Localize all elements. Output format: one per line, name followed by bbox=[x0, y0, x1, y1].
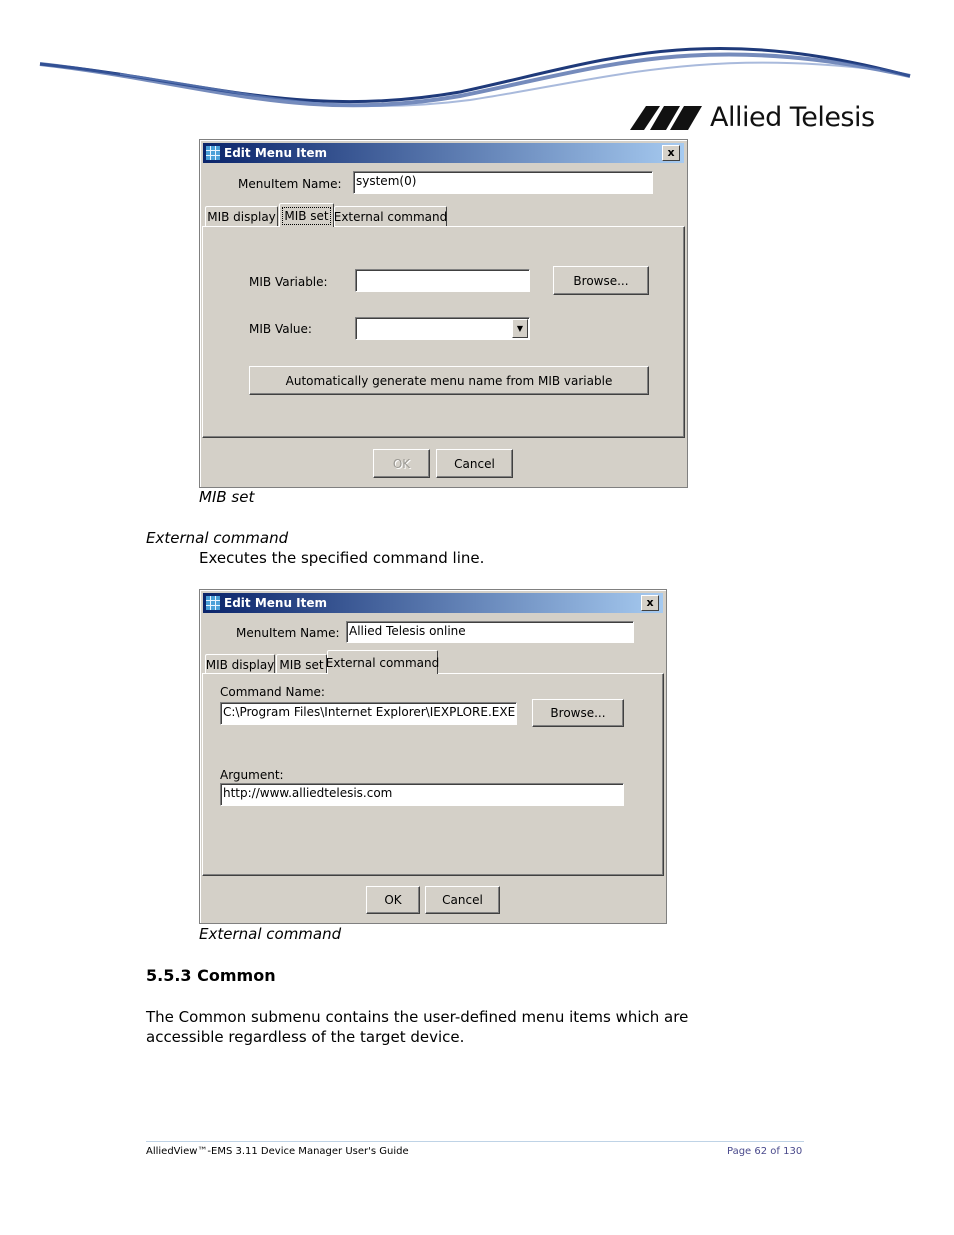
cancel-button[interactable]: Cancel bbox=[436, 449, 513, 478]
dialog-title: Edit Menu Item bbox=[224, 596, 328, 610]
command-name-input[interactable]: C:\Program Files\Internet Explorer\IEXPL… bbox=[220, 702, 517, 725]
menuitem-name-label: MenuItem Name: bbox=[238, 177, 342, 191]
close-button[interactable]: x bbox=[641, 595, 659, 611]
logo-mark-icon bbox=[630, 106, 702, 130]
ok-button[interactable]: OK bbox=[373, 449, 430, 478]
mib-variable-label: MIB Variable: bbox=[249, 275, 328, 289]
allied-telesis-logo: Allied Telesis bbox=[630, 100, 875, 134]
app-grid-icon bbox=[206, 146, 220, 160]
dialog-title: Edit Menu Item bbox=[224, 146, 328, 160]
tab-mib-display[interactable]: MIB display bbox=[205, 654, 275, 674]
chevron-down-icon[interactable]: ▼ bbox=[512, 319, 528, 338]
tab-mib-set[interactable]: MIB set bbox=[276, 654, 327, 674]
edit-menu-item-dialog-mib-set: Edit Menu Item x MenuItem Name: system(0… bbox=[199, 139, 688, 488]
mib-value-select[interactable]: ▼ bbox=[355, 317, 530, 340]
menuitem-name-label: MenuItem Name: bbox=[236, 626, 340, 640]
close-button[interactable]: x bbox=[662, 145, 680, 161]
term-description: Executes the specified command line. bbox=[199, 549, 485, 567]
browse-button[interactable]: Browse... bbox=[532, 699, 624, 727]
command-name-label: Command Name: bbox=[220, 685, 325, 699]
tab-panel: Command Name: C:\Program Files\Internet … bbox=[202, 673, 664, 876]
cancel-button[interactable]: Cancel bbox=[425, 886, 500, 914]
menuitem-name-input[interactable]: Allied Telesis online bbox=[346, 621, 634, 643]
footer-page-number: Page 62 of 130 bbox=[727, 1146, 803, 1157]
app-grid-icon bbox=[206, 596, 220, 610]
browse-button[interactable]: Browse... bbox=[553, 266, 649, 295]
tab-external-command[interactable]: External command bbox=[334, 206, 447, 227]
auto-generate-button[interactable]: Automatically generate menu name from MI… bbox=[249, 366, 649, 395]
edit-menu-item-dialog-external-command: Edit Menu Item x MenuItem Name: Allied T… bbox=[199, 589, 667, 924]
dialog-titlebar[interactable]: Edit Menu Item x bbox=[203, 143, 684, 163]
footer-divider bbox=[146, 1141, 804, 1142]
argument-input[interactable]: http://www.alliedtelesis.com bbox=[220, 783, 624, 806]
figure-caption-external-command: External command bbox=[199, 925, 342, 943]
ok-button[interactable]: OK bbox=[366, 886, 420, 914]
logo-text: Allied Telesis bbox=[710, 101, 875, 133]
tab-mib-display[interactable]: MIB display bbox=[205, 206, 278, 227]
tab-external-command[interactable]: External command bbox=[326, 650, 439, 674]
dialog-titlebar[interactable]: Edit Menu Item x bbox=[203, 593, 663, 613]
mib-value-label: MIB Value: bbox=[249, 322, 312, 336]
menuitem-name-input[interactable]: system(0) bbox=[353, 171, 653, 194]
footer-title: AlliedView™-EMS 3.11 Device Manager User… bbox=[146, 1146, 409, 1157]
tab-mib-set[interactable]: MIB set bbox=[279, 203, 334, 227]
argument-label: Argument: bbox=[220, 768, 284, 782]
figure-caption-mib-set: MIB set bbox=[199, 488, 255, 506]
mib-variable-input[interactable] bbox=[355, 269, 530, 292]
section-paragraph: The Common submenu contains the user-def… bbox=[146, 1008, 689, 1046]
section-heading: 5.5.3 Common bbox=[146, 966, 276, 985]
term-external-command: External command bbox=[146, 529, 289, 547]
tab-panel: MIB Variable: Browse... MIB Value: ▼ Aut… bbox=[202, 226, 685, 438]
